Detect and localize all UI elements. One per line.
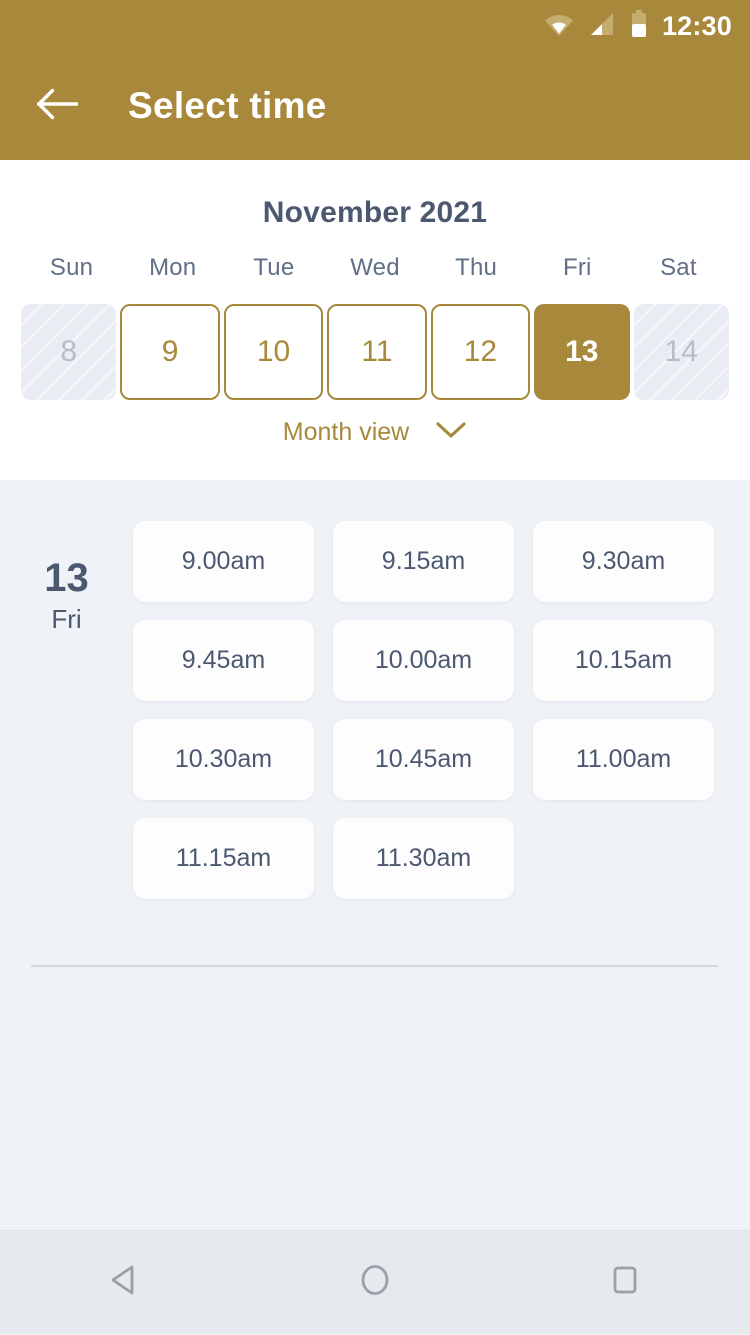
back-triangle-icon: [105, 1260, 145, 1305]
schedule-day-group-13: 13 Fri 9.00am 9.15am 9.30am 9.45am 10.00…: [0, 480, 750, 899]
nav-recents-button[interactable]: [565, 1231, 685, 1335]
calendar-day-label: 10: [256, 335, 291, 368]
weekday-header: Fri: [562, 254, 592, 281]
weekday-header: Wed: [350, 254, 400, 281]
calendar-day-13[interactable]: 13: [534, 304, 630, 400]
schedule-day-weekday: Fri: [51, 604, 82, 634]
recents-square-icon: [605, 1260, 645, 1305]
weekday-header: Mon: [149, 254, 197, 281]
time-slot[interactable]: 11.15am: [133, 818, 314, 899]
time-slot[interactable]: 9.45am: [133, 620, 314, 701]
calendar-day-label: 12: [463, 335, 498, 368]
time-slot[interactable]: 10.00am: [333, 620, 514, 701]
time-slot[interactable]: 9.00am: [133, 521, 314, 602]
page-title: Select time: [128, 85, 327, 126]
calendar-day-row: 8 9 10 11 12 13 14: [0, 304, 750, 400]
time-slot[interactable]: 11.00am: [533, 719, 714, 800]
month-view-label: Month view: [282, 418, 410, 446]
calendar-day-11[interactable]: 11: [327, 304, 427, 400]
time-slot[interactable]: 10.45am: [333, 719, 514, 800]
calendar-day-10[interactable]: 10: [223, 304, 324, 400]
time-slot[interactable]: 9.30am: [533, 521, 714, 602]
calendar-day-8: 8: [21, 304, 117, 400]
time-slot[interactable]: 10.30am: [133, 719, 314, 800]
back-button[interactable]: [26, 74, 90, 138]
calendar-day-label: 14: [664, 335, 698, 368]
calendar-day-label: 9: [161, 335, 179, 368]
calendar-day-label: 13: [565, 335, 599, 368]
schedule-day-date: 13 Fri: [0, 558, 133, 632]
cell-signal-icon: [588, 11, 616, 42]
weekday-header: Sun: [49, 254, 94, 281]
calendar-month-label: November 2021: [262, 196, 488, 229]
home-circle-icon: [355, 1260, 395, 1305]
android-nav-bar: [0, 1230, 750, 1334]
app-root: 12:30 Select time November 2021 Sun Mon …: [0, 0, 750, 1334]
status-bar-clock: 12:30: [661, 10, 732, 41]
arrow-left-icon: [36, 87, 79, 126]
calendar-day-12[interactable]: 12: [430, 304, 531, 400]
time-slot[interactable]: 9.15am: [333, 521, 514, 602]
calendar-day-14: 14: [633, 304, 729, 400]
calendar-panel: November 2021 Sun Mon Tue Wed Thu Fri Sa…: [0, 160, 750, 480]
schedule-divider: [31, 965, 718, 967]
weekday-header: Sat: [660, 254, 697, 281]
battery-icon: [630, 9, 648, 43]
nav-home-button[interactable]: [315, 1231, 435, 1335]
calendar-day-9[interactable]: 9: [120, 304, 220, 400]
calendar-day-label: 8: [60, 335, 78, 368]
time-slot[interactable]: 11.30am: [333, 818, 514, 899]
calendar-day-label: 11: [361, 335, 393, 368]
time-slot[interactable]: 10.15am: [533, 620, 714, 701]
chevron-down-icon: [435, 420, 467, 445]
weekday-header: Thu: [455, 254, 498, 281]
month-view-toggle[interactable]: Month view: [0, 418, 750, 447]
app-bar: Select time: [0, 52, 750, 160]
schedule-list: 13 Fri 9.00am 9.15am 9.30am 9.45am 10.00…: [0, 480, 750, 1230]
nav-back-button[interactable]: [65, 1231, 185, 1335]
wifi-icon: [544, 11, 574, 42]
status-bar: 12:30: [0, 0, 750, 52]
weekday-header: Tue: [253, 254, 295, 281]
schedule-day-number: 13: [44, 556, 89, 600]
weekday-header-row: Sun Mon Tue Wed Thu Fri Sat: [0, 254, 750, 282]
time-slot-grid: 9.00am 9.15am 9.30am 9.45am 10.00am 10.1…: [133, 521, 718, 899]
